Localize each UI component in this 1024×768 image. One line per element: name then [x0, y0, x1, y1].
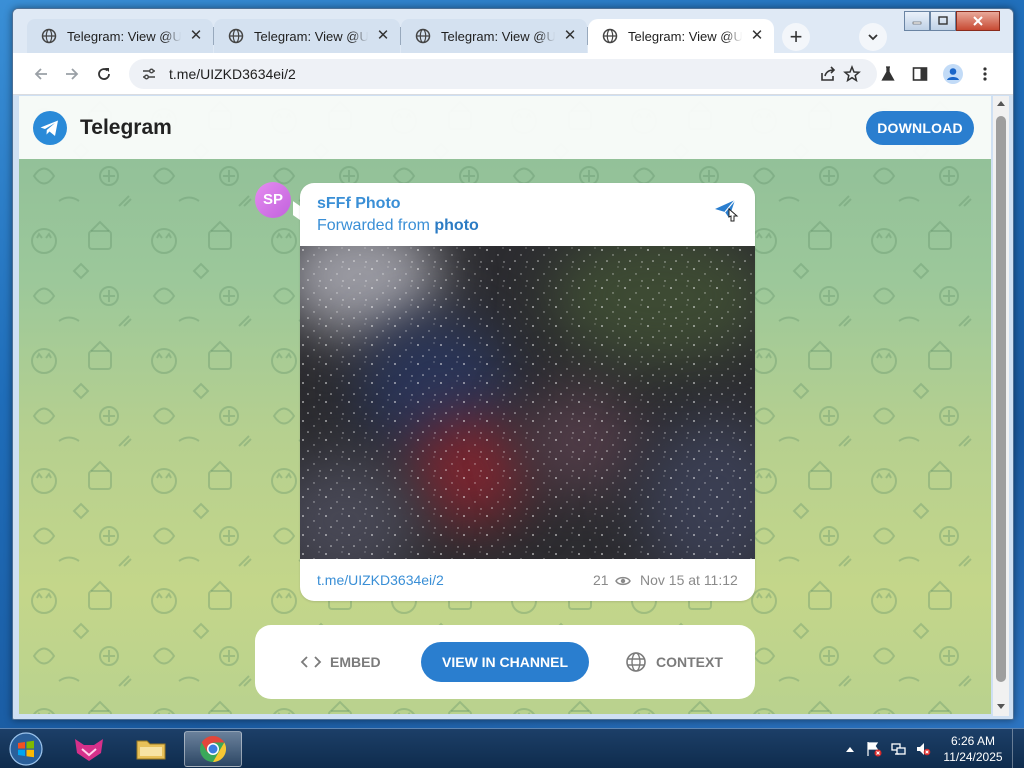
- share-icon: [821, 66, 836, 81]
- context-button[interactable]: CONTEXT: [625, 625, 723, 699]
- forward-button[interactable]: [60, 62, 84, 86]
- chevron-down-icon: [868, 34, 878, 41]
- scroll-up-icon[interactable]: [997, 100, 1005, 108]
- back-button[interactable]: [29, 62, 53, 86]
- embed-label: EMBED: [330, 654, 381, 670]
- close-window-button[interactable]: [956, 11, 1000, 31]
- side-panel-icon: [912, 67, 928, 81]
- tab-title: Telegram: View @UIZKD3634ei: [67, 28, 181, 44]
- windows-start-icon[interactable]: [6, 730, 46, 768]
- globe-icon: [415, 28, 431, 44]
- close-tab-icon[interactable]: ✕: [561, 27, 579, 45]
- url-text[interactable]: t.me/UIZKD3634ei/2: [169, 66, 296, 82]
- reload-icon: [98, 68, 110, 80]
- menu-button[interactable]: [973, 62, 997, 86]
- clock-time: 6:26 AM: [950, 734, 996, 748]
- telegram-page: Telegram DOWNLOAD SP sFFf Photo Forwarde…: [19, 96, 991, 714]
- side-panel-button[interactable]: [908, 62, 932, 86]
- flask-icon: [881, 66, 895, 81]
- view-in-channel-button[interactable]: VIEW IN CHANNEL: [421, 642, 589, 682]
- view-count: 21: [593, 572, 609, 588]
- arrow-left-icon: [34, 68, 47, 80]
- scroll-down-icon[interactable]: [997, 702, 1005, 710]
- system-clock[interactable]: 6:26 AM 11/24/2025: [939, 733, 1007, 765]
- globe-icon: [228, 28, 244, 44]
- arrow-right-icon: [66, 68, 79, 80]
- message-bubble: sFFf Photo Forwarded from photo t.me/UIZ…: [300, 183, 755, 601]
- tab-title: Telegram: View @UIZKD3634ei: [628, 28, 742, 44]
- maximize-button[interactable]: [930, 11, 956, 31]
- browser-tab[interactable]: Telegram: View @UIZKD3634ei ✕: [214, 19, 401, 53]
- profile-button[interactable]: [941, 62, 965, 86]
- tab-title: Telegram: View @UIZKD3634ei: [254, 28, 368, 44]
- telegram-header: Telegram DOWNLOAD: [19, 96, 991, 159]
- window-controls: [904, 11, 1000, 31]
- browser-tab-active[interactable]: Telegram: View @UIZKD3634ei ✕: [588, 19, 774, 53]
- post-photo[interactable]: [300, 246, 755, 559]
- tab-title: Telegram: View @UIZKD3634ei: [441, 28, 555, 44]
- context-label: CONTEXT: [656, 654, 723, 670]
- chrome-icon: [200, 735, 227, 763]
- avatar-icon: [943, 64, 963, 84]
- browser-window: Telegram: View @UIZKD3634ei ✕ Telegram: …: [12, 8, 1014, 720]
- browser-tab[interactable]: Telegram: View @UIZKD3634ei ✕: [27, 19, 214, 53]
- share-post-icon[interactable]: [711, 195, 739, 223]
- channel-avatar[interactable]: SP: [255, 182, 291, 218]
- tray-expand-icon[interactable]: [845, 745, 855, 753]
- tab-search-button[interactable]: [859, 23, 887, 51]
- download-button[interactable]: DOWNLOAD: [866, 111, 974, 145]
- taskbar: 6:26 AM 11/24/2025: [0, 728, 1024, 768]
- new-tab-button[interactable]: +: [782, 23, 810, 51]
- clock-date: 11/24/2025: [943, 750, 1003, 764]
- taskbar-app-explorer[interactable]: [122, 731, 180, 767]
- address-bar[interactable]: t.me/UIZKD3634ei/2: [129, 59, 877, 89]
- photo-noise: [300, 246, 755, 559]
- network-icon[interactable]: [891, 741, 907, 757]
- minimize-button[interactable]: [904, 11, 930, 31]
- globe-icon: [41, 28, 57, 44]
- close-tab-icon[interactable]: ✕: [187, 27, 205, 45]
- vertical-scrollbar[interactable]: [993, 96, 1009, 716]
- eye-icon: [615, 576, 631, 586]
- action-center-icon[interactable]: [866, 741, 882, 757]
- reload-button[interactable]: [92, 62, 116, 86]
- forwarded-source[interactable]: photo: [434, 217, 478, 234]
- tab-strip: Telegram: View @UIZKD3634ei ✕ Telegram: …: [13, 9, 1013, 53]
- globe-icon: [626, 652, 646, 672]
- maximize-icon: [938, 16, 948, 25]
- star-icon: [843, 65, 861, 83]
- browser-toolbar: t.me/UIZKD3634ei/2: [13, 53, 1013, 95]
- bookmark-button[interactable]: [840, 62, 864, 86]
- browser-tab[interactable]: Telegram: View @UIZKD3634ei ✕: [401, 19, 588, 53]
- volume-muted-icon[interactable]: [915, 741, 931, 757]
- scrollbar-thumb[interactable]: [996, 116, 1006, 682]
- forwarded-line: Forwarded from photo: [317, 217, 479, 235]
- telegram-brand[interactable]: Telegram: [80, 116, 172, 140]
- code-icon: [300, 656, 322, 668]
- forwarded-prefix: Forwarded from: [317, 217, 430, 234]
- folder-icon: [136, 740, 166, 760]
- more-vertical-icon: [983, 67, 987, 81]
- minimize-icon: [912, 21, 922, 25]
- post-author[interactable]: sFFf Photo: [317, 195, 401, 213]
- close-tab-icon[interactable]: ✕: [374, 27, 392, 45]
- share-page-button[interactable]: [816, 62, 840, 86]
- post-link[interactable]: t.me/UIZKD3634ei/2: [317, 572, 444, 588]
- site-settings-icon[interactable]: [141, 66, 157, 82]
- embed-button[interactable]: EMBED: [300, 625, 381, 699]
- taskbar-app-chrome[interactable]: [184, 731, 242, 767]
- close-icon: [973, 16, 983, 26]
- taskbar-app-foxit[interactable]: [60, 731, 118, 767]
- post-actions-bar: EMBED VIEW IN CHANNEL CONTEXT: [255, 625, 755, 699]
- close-tab-icon[interactable]: ✕: [748, 27, 766, 45]
- telegram-logo-icon[interactable]: [33, 111, 67, 145]
- post-date: Nov 15 at 11:12: [640, 572, 738, 588]
- globe-icon: [602, 28, 618, 44]
- fox-app-icon: [75, 739, 103, 761]
- show-desktop-button[interactable]: [1012, 729, 1024, 768]
- labs-button[interactable]: [876, 62, 900, 86]
